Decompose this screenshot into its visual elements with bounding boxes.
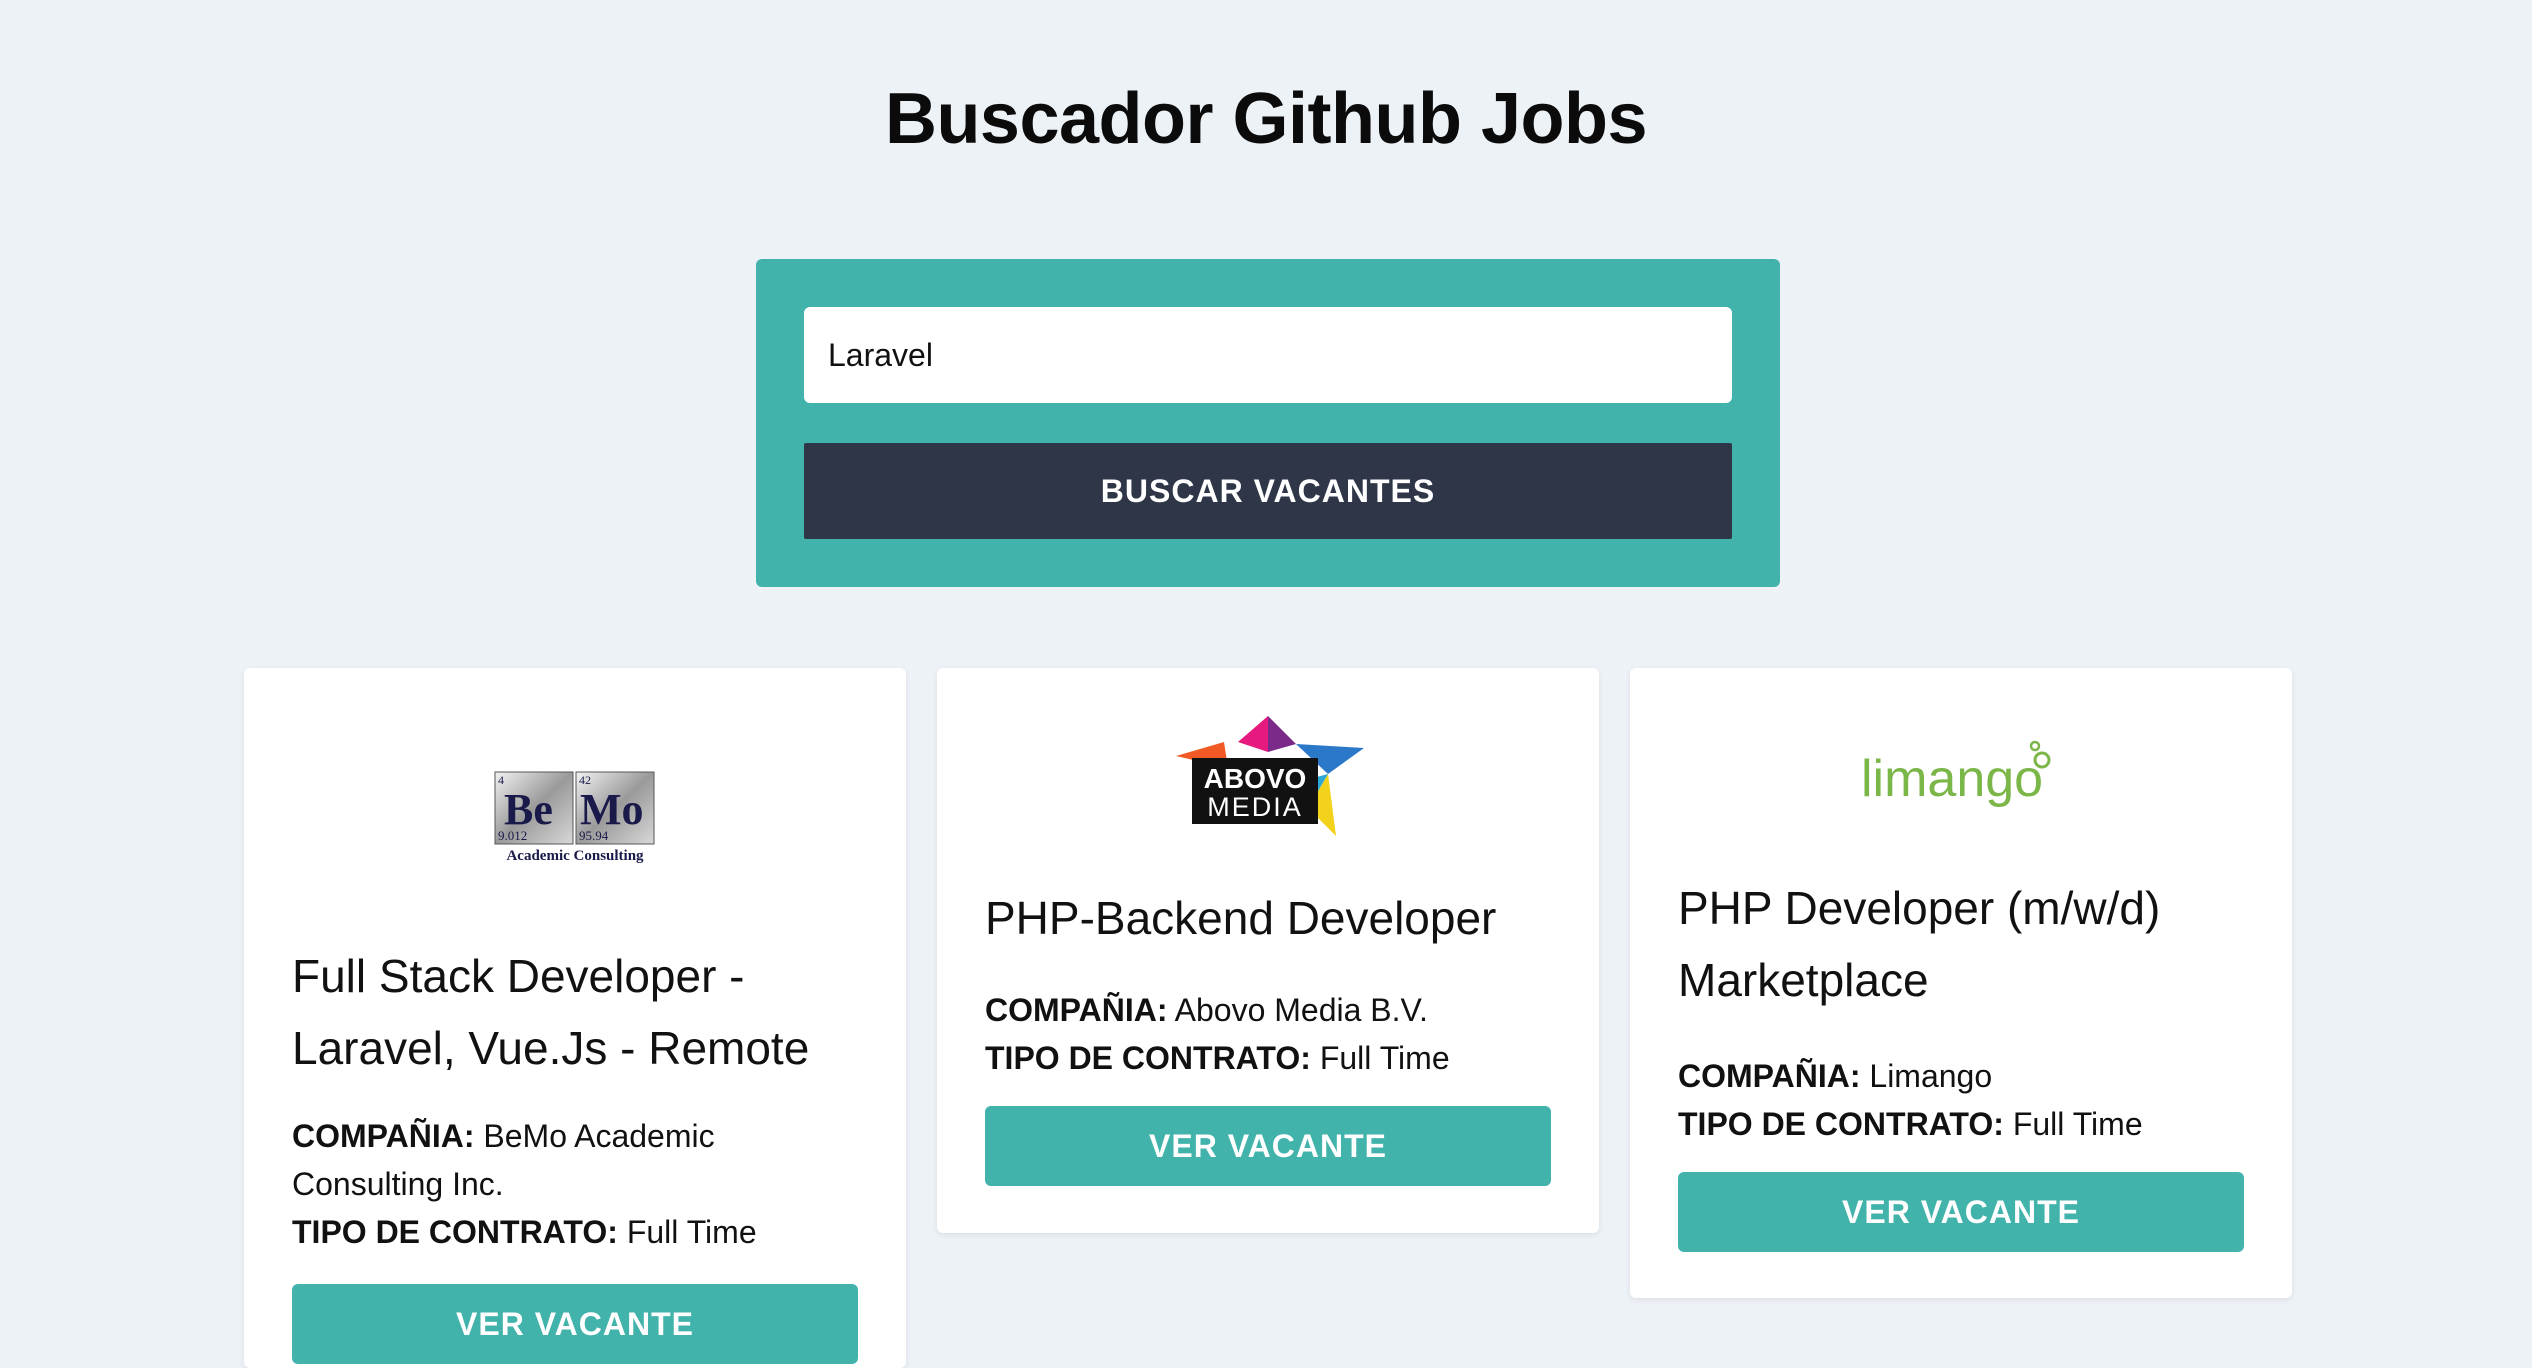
job-card-limango: limango PHP Developer (m/w/d) Marketplac…	[1630, 668, 2292, 1298]
job-contract: TIPO DE CONTRATO: Full Time	[985, 1034, 1551, 1082]
view-job-button[interactable]: VER VACANTE	[985, 1106, 1551, 1186]
search-button[interactable]: BUSCAR VACANTES	[804, 443, 1732, 539]
contract-label: TIPO DE CONTRATO:	[1678, 1106, 2004, 1142]
abovo-media-logo-icon: ABOVO MEDIA	[1176, 716, 1364, 836]
job-company: COMPAÑIA: Abovo Media B.V.	[985, 986, 1551, 1034]
search-input[interactable]	[804, 307, 1732, 403]
job-title: PHP-Backend Developer	[985, 892, 1497, 944]
contract-value: Full Time	[626, 1214, 757, 1250]
company-logo-bemo: 4 Be 9.012 42 Mo 95.94 Academic Consulti…	[244, 768, 906, 868]
job-contract: TIPO DE CONTRATO: Full Time	[1678, 1100, 2244, 1148]
bemo-caption: Academic Consulting	[506, 848, 644, 864]
job-card-bemo: 4 Be 9.012 42 Mo 95.94 Academic Consulti…	[244, 668, 906, 1368]
abovo-logo-line2: MEDIA	[1207, 792, 1303, 822]
job-company: COMPAÑIA: Limango	[1678, 1052, 2244, 1100]
company-value: Limango	[1869, 1058, 1993, 1094]
contract-value: Full Time	[2012, 1106, 2143, 1142]
view-job-button[interactable]: VER VACANTE	[1678, 1172, 2244, 1252]
contract-label: TIPO DE CONTRATO:	[985, 1040, 1311, 1076]
abovo-logo-line1: ABOVO	[1204, 763, 1307, 794]
company-value: Abovo Media B.V.	[1174, 992, 1428, 1028]
job-title: Full Stack Developer - Laravel, Vue.Js -…	[292, 950, 810, 1074]
contract-value: Full Time	[1319, 1040, 1450, 1076]
job-contract: TIPO DE CONTRATO: Full Time	[292, 1208, 858, 1256]
view-job-button[interactable]: VER VACANTE	[292, 1284, 858, 1364]
bemo-right-symbol: Mo	[580, 785, 644, 834]
job-card-abovo: ABOVO MEDIA PHP-Backend Developer COMPAÑ…	[937, 668, 1599, 1233]
bemo-left-symbol: Be	[504, 785, 553, 834]
search-panel: BUSCAR VACANTES	[756, 259, 1780, 587]
company-label: COMPAÑIA:	[985, 992, 1168, 1028]
company-logo-abovo: ABOVO MEDIA	[937, 712, 1599, 852]
company-label: COMPAÑIA:	[292, 1118, 475, 1154]
company-logo-limango: limango	[1630, 740, 2292, 820]
company-label: COMPAÑIA:	[1678, 1058, 1861, 1094]
job-company: COMPAÑIA: BeMo Academic Consulting Inc.	[292, 1112, 858, 1208]
limango-logo-text: limango	[1861, 750, 2043, 808]
bemo-left-mass: 9.012	[498, 828, 527, 843]
contract-label: TIPO DE CONTRATO:	[292, 1214, 618, 1250]
bemo-logo-icon: 4 Be 9.012 42 Mo 95.94 Academic Consulti…	[494, 771, 655, 864]
limango-logo-icon: limango	[1861, 740, 2051, 808]
bemo-right-mass: 95.94	[579, 828, 609, 843]
job-title: PHP Developer (m/w/d) Marketplace	[1678, 882, 2161, 1006]
page-title: Buscador Github Jobs	[884, 79, 1648, 159]
